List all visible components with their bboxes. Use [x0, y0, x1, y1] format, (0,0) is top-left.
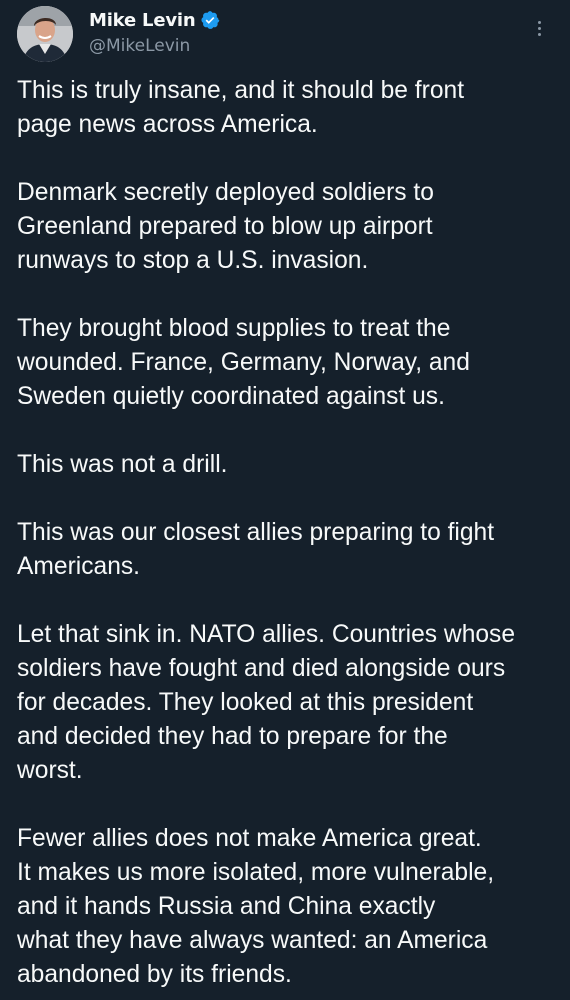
tweet-text: This is truly insane, and it should be f…	[17, 74, 557, 992]
tweet-paragraph: This was our closest allies preparing to…	[17, 519, 495, 580]
tweet-header: Mike Levin @MikeLevin	[17, 6, 553, 62]
author-handle[interactable]: @MikeLevin	[89, 36, 220, 56]
tweet-paragraph: This is truly insane, and it should be f…	[17, 77, 465, 138]
more-dot	[537, 26, 541, 30]
more-dot	[537, 20, 541, 24]
author-display-name[interactable]: Mike Levin	[89, 10, 196, 31]
tweet-paragraph: They brought blood supplies to treat the…	[17, 315, 470, 410]
display-name-row: Mike Levin	[89, 8, 220, 32]
author-info: Mike Levin @MikeLevin	[89, 8, 220, 56]
tweet-paragraph: This was not a drill.	[17, 451, 228, 478]
tweet-card: Mike Levin @MikeLevin This is truly insa…	[0, 0, 570, 1000]
profile-photo-icon	[17, 6, 73, 62]
tweet-paragraph: Denmark secretly deployed soldiers to Gr…	[17, 179, 434, 274]
tweet-paragraph: Let that sink in. NATO allies. Countries…	[17, 621, 516, 784]
avatar[interactable]	[17, 6, 73, 62]
verified-badge-icon[interactable]	[200, 10, 220, 30]
more-options-icon[interactable]	[529, 16, 549, 40]
tweet-paragraph: Fewer allies does not make America great…	[17, 825, 495, 988]
more-dot	[537, 32, 541, 36]
